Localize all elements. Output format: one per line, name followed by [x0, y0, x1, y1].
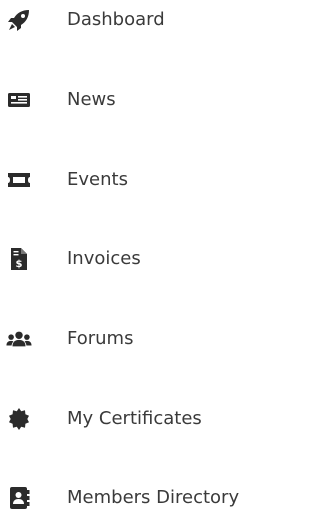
menu-item-label: News: [67, 89, 116, 110]
menu-item-members-directory[interactable]: Members Directory: [0, 478, 259, 518]
menu-item-my-certificates[interactable]: My Certificates: [0, 399, 259, 439]
rocket-icon: [6, 7, 32, 33]
ticket-icon: [6, 167, 32, 193]
menu-item-events[interactable]: Events: [0, 160, 259, 200]
menu-item-label: Forums: [67, 328, 134, 349]
menu-item-forums[interactable]: Forums: [0, 319, 259, 359]
address-book-icon: [6, 485, 32, 511]
sidebar-menu: Dashboard News Events $ Invoices Forums …: [0, 0, 259, 513]
menu-item-invoices[interactable]: $ Invoices: [0, 239, 259, 279]
menu-item-label: Members Directory: [67, 487, 240, 508]
menu-item-label: Dashboard: [67, 9, 165, 30]
users-icon: [6, 326, 32, 352]
menu-item-label: Events: [67, 169, 128, 190]
certificate-icon: [6, 406, 32, 432]
menu-item-news[interactable]: News: [0, 80, 259, 120]
menu-item-label: My Certificates: [67, 408, 202, 429]
menu-item-label: Invoices: [67, 248, 141, 269]
invoice-icon: $: [6, 246, 32, 272]
menu-item-dashboard[interactable]: Dashboard: [0, 0, 259, 40]
newspaper-icon: [6, 87, 32, 113]
svg-text:$: $: [16, 259, 23, 270]
